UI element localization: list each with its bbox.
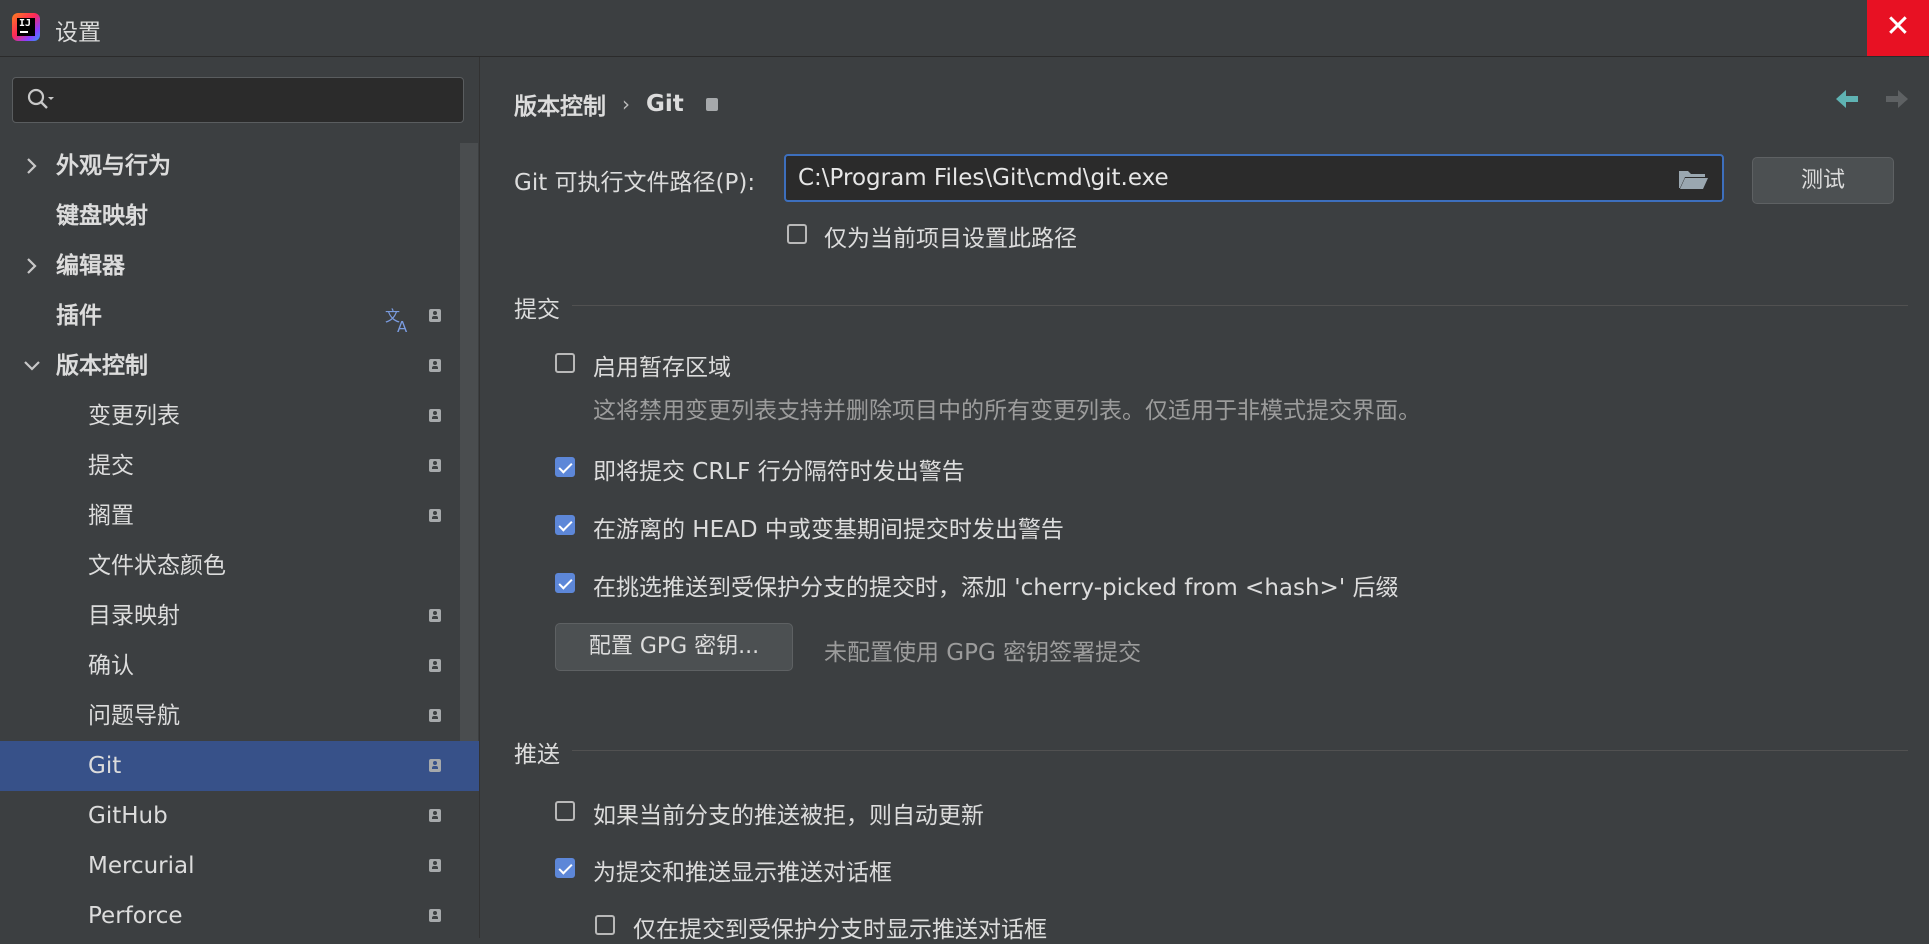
sidebar-item-label: 变更列表: [88, 403, 180, 429]
show-push-dialog-checkbox[interactable]: [555, 858, 575, 878]
close-button[interactable]: ✕: [1867, 0, 1929, 56]
sidebar-item[interactable]: Perforce: [0, 891, 460, 941]
sidebar-item-label: 外观与行为: [56, 153, 171, 179]
sidebar-item-label: Git: [88, 753, 122, 779]
gpg-hint: 未配置使用 GPG 密钥签署提交: [824, 640, 1142, 666]
breadcrumb-separator: ›: [622, 92, 630, 116]
show-push-dialog-label: 为提交和推送显示推送对话框: [593, 860, 892, 886]
sidebar-item-label: Perforce: [88, 903, 183, 929]
cherry-pick-suffix-checkbox[interactable]: [555, 573, 575, 593]
crlf-warning-checkbox[interactable]: [555, 457, 575, 477]
project-scope-icon: [429, 459, 441, 472]
sidebar-item-label: 确认: [88, 653, 134, 679]
sidebar-item-label: 版本控制: [56, 353, 148, 379]
cherry-pick-suffix-label: 在挑选推送到受保护分支的提交时，添加 'cherry-picked from <…: [593, 575, 1399, 601]
sidebar-item-label: 编辑器: [56, 253, 125, 279]
crlf-warning-label: 即将提交 CRLF 行分隔符时发出警告: [593, 459, 965, 485]
project-only-label: 仅为当前项目设置此路径: [824, 226, 1077, 252]
sidebar-item-label: 搁置: [88, 503, 134, 529]
sidebar-item[interactable]: 键盘映射: [0, 191, 460, 241]
settings-search-box[interactable]: [12, 77, 464, 124]
project-scope-icon: [429, 809, 441, 822]
folder-icon[interactable]: [1677, 167, 1709, 195]
sidebar-item[interactable]: 变更列表: [0, 391, 460, 441]
project-scope-icon: [429, 509, 441, 522]
project-scope-icon: [429, 759, 441, 772]
commit-section-divider: [572, 305, 1908, 306]
push-section-title: 推送: [514, 742, 560, 768]
project-scope-icon: [429, 609, 441, 622]
auto-update-checkbox[interactable]: [555, 801, 575, 821]
project-scope-icon: [429, 359, 441, 372]
chevron-right-icon[interactable]: [20, 141, 44, 191]
settings-sidebar: 外观与行为键盘映射编辑器插件文 A 版本控制变更列表提交搁置文件状态颜色 目录映射确认…: [0, 57, 480, 938]
staging-area-checkbox[interactable]: [555, 353, 575, 373]
sidebar-item-label: GitHub: [88, 803, 168, 829]
sidebar-item[interactable]: 搁置: [0, 491, 460, 541]
protected-only-label: 仅在提交到受保护分支时显示推送对话框: [633, 917, 1047, 943]
push-section-divider: [572, 750, 1908, 751]
sidebar-item-label: 提交: [88, 453, 134, 479]
back-arrow-icon[interactable]: [1834, 87, 1860, 115]
staging-area-label: 启用暂存区域: [593, 355, 731, 381]
title-bar: IJ 设置 ✕: [0, 0, 1929, 57]
configure-gpg-button[interactable]: 配置 GPG 密钥...: [555, 623, 793, 671]
sidebar-item[interactable]: 提交: [0, 441, 460, 491]
svg-text:A: A: [397, 318, 408, 334]
project-scope-icon: [429, 409, 441, 422]
sidebar-item-label: Mercurial: [88, 853, 195, 879]
auto-update-label: 如果当前分支的推送被拒，则自动更新: [593, 803, 984, 829]
git-path-label: Git 可执行文件路径(P):: [514, 170, 756, 196]
sidebar-item[interactable]: 目录映射: [0, 591, 460, 641]
detached-head-label: 在游离的 HEAD 中或变基期间提交时发出警告: [593, 517, 1064, 543]
settings-tree: 外观与行为键盘映射编辑器插件文 A 版本控制变更列表提交搁置文件状态颜色 目录映射确认…: [0, 141, 479, 941]
sidebar-scrollbar[interactable]: [460, 143, 478, 743]
window-title: 设置: [55, 20, 101, 46]
commit-section-title: 提交: [514, 297, 560, 323]
sidebar-item[interactable]: 版本控制: [0, 341, 460, 391]
protected-only-checkbox[interactable]: [595, 915, 615, 935]
sidebar-item[interactable]: Git: [0, 741, 479, 791]
sidebar-item[interactable]: 插件文 A: [0, 291, 460, 341]
intellij-logo-icon: IJ: [12, 13, 40, 41]
project-only-checkbox[interactable]: [787, 224, 807, 244]
search-input[interactable]: [65, 78, 459, 124]
sidebar-item[interactable]: 问题导航: [0, 691, 460, 741]
breadcrumb: 版本控制 › Git: [514, 87, 718, 121]
test-button[interactable]: 测试: [1752, 157, 1894, 204]
sidebar-item[interactable]: 外观与行为: [0, 141, 460, 191]
chevron-down-icon[interactable]: [20, 341, 44, 391]
sidebar-item[interactable]: Mercurial: [0, 841, 460, 891]
sidebar-item[interactable]: 文件状态颜色: [0, 541, 460, 591]
staging-area-hint: 这将禁用变更列表支持并删除项目中的所有变更列表。仅适用于非模式提交界面。: [593, 398, 1421, 424]
detached-head-checkbox[interactable]: [555, 515, 575, 535]
project-scope-icon: [429, 309, 441, 322]
sidebar-item-label: 插件: [56, 303, 102, 329]
project-scope-icon: [429, 659, 441, 672]
sidebar-item[interactable]: 编辑器: [0, 241, 460, 291]
sidebar-item-label: 问题导航: [88, 703, 180, 729]
sidebar-item-label: 文件状态颜色: [88, 553, 226, 579]
breadcrumb-current: Git: [646, 91, 684, 117]
sidebar-item[interactable]: 确认: [0, 641, 460, 691]
sidebar-item[interactable]: GitHub: [0, 791, 460, 841]
project-scope-icon: [705, 97, 718, 111]
breadcrumb-parent[interactable]: 版本控制: [514, 87, 606, 121]
chevron-right-icon[interactable]: [20, 241, 44, 291]
search-icon: [26, 87, 56, 117]
forward-arrow-icon[interactable]: [1884, 87, 1910, 115]
project-scope-icon: [429, 709, 441, 722]
git-path-input[interactable]: [784, 154, 1724, 202]
sidebar-item-label: 目录映射: [88, 603, 180, 629]
project-scope-icon: [429, 859, 441, 872]
sidebar-item-label: 键盘映射: [56, 203, 148, 229]
project-scope-icon: [429, 909, 441, 922]
git-settings-panel: 版本控制›Git Git 可执行文件路径(P): 测试 仅为当前项目设置此路径 …: [480, 57, 1929, 943]
